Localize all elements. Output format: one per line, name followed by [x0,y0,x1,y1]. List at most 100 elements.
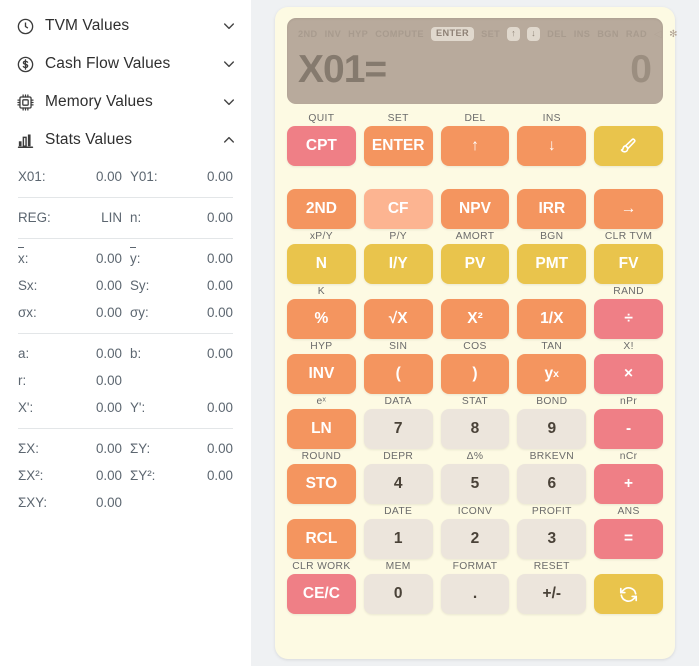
key-1[interactable]: 1 [364,519,433,559]
key-down-arrow[interactable]: ↓ [517,126,586,166]
chevron-down-icon[interactable] [221,94,237,110]
key-second-label [364,174,433,189]
key-below-label: PROFIT [517,504,586,519]
key-rcl[interactable]: RCL [287,519,356,559]
annunciator-: ✻ [669,29,678,40]
sidebar-section-tvm[interactable]: TVM Values [14,7,237,45]
keypad-row: CE/C0.+/- [287,574,663,614]
key-below-label [594,559,663,574]
key-y-to-x[interactable]: yx [517,354,586,394]
key-below-label: xP/Y [287,229,356,244]
sidebar-section-mem[interactable]: Memory Values [14,83,237,121]
key-second-label: SET [364,111,433,126]
chip-icon [14,91,36,113]
key-open-paren[interactable]: ( [364,354,433,394]
key-ln[interactable]: LN [287,409,356,449]
keypad-row: %HYP√XSINX²COS1/XTAN÷X! [287,299,663,354]
sidebar-section-cash[interactable]: Cash Flow Values [14,45,237,83]
key-below-label: ICONV [441,504,510,519]
key-pmt[interactable]: PMT [517,244,586,284]
key-second-label: DEL [441,111,510,126]
stats-value2-cell: 0.00 [176,248,233,269]
key-inv[interactable]: INV [287,354,356,394]
annunciator-HYP: HYP [348,29,368,39]
key-2[interactable]: 2 [441,519,510,559]
key-divide[interactable]: ÷ [594,299,663,339]
stats-row-label2: ΣY: [130,441,150,456]
key-iy[interactable]: I/Y [364,244,433,284]
key-x-squared[interactable]: X² [441,299,510,339]
key-5[interactable]: 5 [441,464,510,504]
key-fv[interactable]: FV [594,244,663,284]
annunciator-SET: SET [481,29,500,39]
stats-value2-cell: 0.00 [176,343,233,364]
key-percent[interactable]: % [287,299,356,339]
stats-row-label2: Y': [130,400,145,415]
key-up-arrow[interactable]: ↑ [441,126,510,166]
stats-value-cell: 0.00 [64,492,130,513]
key-irr[interactable]: IRR [517,189,586,229]
key-multiply[interactable]: × [594,354,663,394]
key-2nd[interactable]: 2ND [287,189,356,229]
chevron-down-icon[interactable] [221,18,237,34]
key-0[interactable]: 0 [364,574,433,614]
key-decimal-point[interactable]: . [441,574,510,614]
key-reset-refresh[interactable] [594,574,663,614]
key-right-arrow[interactable]: → [594,189,663,229]
key-below-label [517,284,586,299]
display-annunciators: 2NDINVHYPCOMPUTEENTERSET↑↓DELINSBGNRAD◁✻ [298,26,652,42]
stats-label2-cell: y: [130,248,176,269]
key-n[interactable]: N [287,244,356,284]
stats-divider [18,197,233,198]
keypad-row: INVeˣ(DATA)STATyxBOND×nPr [287,354,663,409]
stats-value-cell: 0.00 [64,275,130,296]
annunciator-: ◁ [654,29,662,40]
key-3[interactable]: 3 [517,519,586,559]
chevron-down-icon[interactable] [221,56,237,72]
key-pv[interactable]: PV [441,244,510,284]
key-7[interactable]: 7 [364,409,433,449]
key-cpt[interactable]: CPT [287,126,356,166]
stats-row-label: σx: [18,305,37,320]
keypad-row: LNROUND7DEPR8Δ%9BRKEVN-nCr [287,409,663,464]
key-minus[interactable]: - [594,409,663,449]
key-below-label: P/Y [364,229,433,244]
stats-value2-cell: 0.00 [176,438,233,459]
key-npv[interactable]: NPV [441,189,510,229]
key-below-label: eˣ [287,394,356,409]
keypad-row: NKI/YPVPMTFVRAND [287,244,663,299]
key-sign-toggle[interactable]: +/- [517,574,586,614]
key-below-label: SIN [364,339,433,354]
key-second-label [594,174,663,189]
key-equals[interactable]: = [594,519,663,559]
key-sqrt[interactable]: √X [364,299,433,339]
key-8[interactable]: 8 [441,409,510,449]
key-plus[interactable]: + [594,464,663,504]
key-enter[interactable]: ENTER [364,126,433,166]
sidebar-section-stats[interactable]: Stats Values [14,121,237,159]
key-6[interactable]: 6 [517,464,586,504]
key-reciprocal[interactable]: 1/X [517,299,586,339]
stats-row-label2: Sy: [130,278,149,293]
key-second-label: INS [517,111,586,126]
key-close-paren[interactable]: ) [441,354,510,394]
stats-value-cell: 0.00 [64,465,130,486]
chevron-up-icon[interactable] [221,132,237,148]
key-second-label [517,174,586,189]
key-sto[interactable]: STO [287,464,356,504]
key-below-label: HYP [287,339,356,354]
key-theme-brush[interactable] [594,126,663,166]
calculator-keypad: QUITSETDELINSCPTENTER↑↓2NDxP/YCFP/YNPVAM… [287,111,663,622]
key-below-label: X! [594,339,663,354]
stats-row: REG:LINn:0.00 [18,204,233,231]
key-below-label [441,284,510,299]
key-second-label: QUIT [287,111,356,126]
key-ce-c[interactable]: CE/C [287,574,356,614]
key-below-label: DATA [364,394,433,409]
key-cf[interactable]: CF [364,189,433,229]
key-9[interactable]: 9 [517,409,586,449]
key-below-label: nCr [594,449,663,464]
stats-row: σx:0.00σy:0.00 [18,299,233,326]
key-4[interactable]: 4 [364,464,433,504]
stats-value-cell: 0.00 [64,302,130,323]
